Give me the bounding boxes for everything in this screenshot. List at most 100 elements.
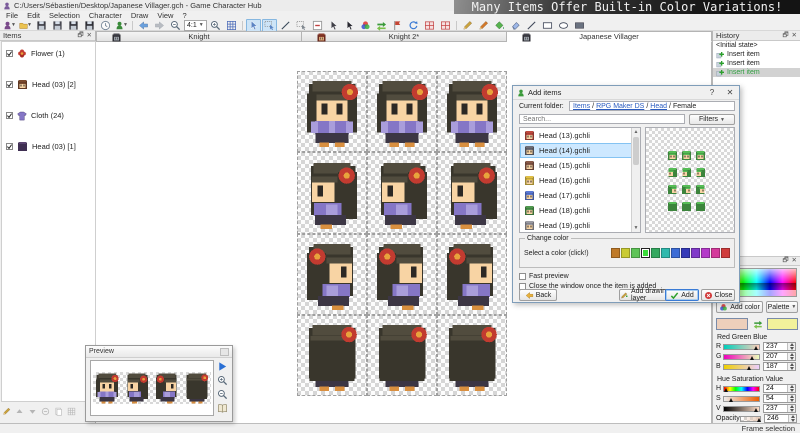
spin-down[interactable] bbox=[788, 409, 795, 413]
sprite-cell[interactable] bbox=[367, 315, 437, 396]
scroll-thumb[interactable] bbox=[633, 137, 639, 165]
move-selection-tool[interactable] bbox=[326, 19, 341, 32]
export-button[interactable] bbox=[82, 19, 97, 32]
add-button[interactable]: Add bbox=[665, 289, 699, 301]
recent-files-button[interactable] bbox=[98, 19, 113, 32]
value-spinbox-g[interactable]: 207 bbox=[763, 352, 796, 361]
history-entry[interactable]: Insert item bbox=[713, 59, 800, 68]
sprite-cell[interactable] bbox=[297, 234, 367, 315]
file-item[interactable]: Head (19).gchli bbox=[520, 218, 640, 233]
pin-button[interactable] bbox=[390, 19, 405, 32]
spin-down[interactable] bbox=[788, 389, 795, 393]
redo-button[interactable] bbox=[152, 19, 167, 32]
cursor-tool[interactable] bbox=[246, 19, 261, 32]
select-rect-tool[interactable] bbox=[262, 19, 277, 32]
duplicate-item-button[interactable] bbox=[54, 407, 63, 416]
tile-view-button[interactable] bbox=[422, 19, 437, 32]
spin-down[interactable] bbox=[788, 347, 795, 351]
spin-arrows[interactable] bbox=[787, 363, 795, 370]
scroll-down-arrow[interactable]: ▼ bbox=[632, 224, 640, 232]
file-item[interactable]: Head (13).gchli bbox=[520, 128, 640, 143]
spin-arrows[interactable] bbox=[787, 385, 795, 392]
tab-japanese-villager[interactable]: Japanese Villager bbox=[507, 31, 712, 42]
sprite-sheet[interactable] bbox=[297, 71, 507, 396]
slider-track-r[interactable] bbox=[723, 344, 760, 350]
close-button[interactable]: Close bbox=[701, 289, 735, 301]
spin-down[interactable] bbox=[789, 419, 796, 423]
spin-down[interactable] bbox=[788, 357, 795, 361]
history-entry[interactable]: Insert item bbox=[713, 68, 800, 77]
history-entry[interactable]: <Initial state> bbox=[713, 41, 800, 50]
item-row[interactable]: Flower (1) bbox=[2, 42, 95, 73]
slider-marker[interactable] bbox=[747, 366, 751, 370]
variation-swatch[interactable] bbox=[701, 248, 710, 258]
sprite-cell[interactable] bbox=[437, 71, 507, 152]
sprite-cell[interactable] bbox=[297, 315, 367, 396]
opacity-track[interactable] bbox=[740, 416, 761, 422]
item-checkbox[interactable] bbox=[6, 50, 13, 57]
brush-tool[interactable] bbox=[476, 19, 491, 32]
breadcrumb-rpg-maker-ds[interactable]: RPG Maker DS bbox=[596, 103, 644, 110]
add-drawing-layer-button[interactable] bbox=[2, 407, 11, 416]
tab-knight[interactable]: Knight bbox=[96, 31, 302, 42]
open-button[interactable]: ▼ bbox=[18, 19, 33, 32]
item-row[interactable]: Head (03) [2] bbox=[2, 73, 95, 104]
sprite-cell[interactable] bbox=[367, 152, 437, 233]
value-spinbox-r[interactable]: 237 bbox=[763, 342, 796, 351]
swap-colors-button[interactable] bbox=[374, 19, 389, 32]
animation-book-button[interactable] bbox=[217, 403, 228, 414]
swap-colors-icon[interactable] bbox=[753, 319, 763, 329]
value-spinbox-v[interactable]: 237 bbox=[763, 404, 796, 413]
filters-button[interactable]: Filters ▼ bbox=[689, 114, 735, 125]
float-panel-icon[interactable]: 🗗 bbox=[782, 32, 788, 40]
zoom-in-button[interactable] bbox=[217, 375, 228, 386]
spin-arrows[interactable] bbox=[788, 415, 796, 422]
value-spinbox-s[interactable]: 54 bbox=[763, 394, 796, 403]
secondary-color-swatch[interactable] bbox=[767, 318, 799, 330]
slider-track-b[interactable] bbox=[723, 364, 760, 370]
slider-marker[interactable] bbox=[750, 356, 754, 360]
import-character-button[interactable]: ▼ bbox=[114, 19, 129, 32]
move-item-tool[interactable] bbox=[342, 19, 357, 32]
dialog-help-button[interactable]: ? bbox=[707, 88, 717, 97]
primary-color-swatch[interactable] bbox=[716, 318, 748, 330]
spin-down[interactable] bbox=[788, 399, 795, 403]
undo-button[interactable] bbox=[136, 19, 151, 32]
variation-swatch[interactable] bbox=[631, 248, 640, 258]
history-entry[interactable]: Insert item bbox=[713, 50, 800, 59]
slider-marker[interactable] bbox=[754, 408, 758, 412]
file-item[interactable]: Head (15).gchli bbox=[520, 158, 640, 173]
slider-marker[interactable] bbox=[754, 346, 758, 350]
rectangle-tool[interactable] bbox=[540, 19, 555, 32]
zoom-out-button[interactable] bbox=[217, 389, 228, 400]
slider-track-v[interactable] bbox=[723, 406, 760, 412]
variation-swatch[interactable] bbox=[621, 248, 630, 258]
value-spinbox-b[interactable]: 187 bbox=[763, 362, 796, 371]
spin-arrows[interactable] bbox=[787, 395, 795, 402]
play-button[interactable] bbox=[217, 361, 228, 372]
merge-items-button[interactable] bbox=[67, 407, 76, 416]
grid-toggle-button[interactable] bbox=[224, 19, 239, 32]
file-list-scrollbar[interactable]: ▲▼ bbox=[631, 128, 640, 232]
preview-close-button[interactable] bbox=[220, 348, 229, 356]
variation-swatch[interactable] bbox=[681, 248, 690, 258]
slider-track-g[interactable] bbox=[723, 354, 760, 360]
new-character-button[interactable]: ▼ bbox=[2, 19, 17, 32]
palette-dropdown[interactable]: Palette ▼ bbox=[766, 301, 798, 313]
color-wheel-button[interactable] bbox=[358, 19, 373, 32]
dialog-close-button[interactable]: ✕ bbox=[725, 88, 735, 97]
slider-marker[interactable] bbox=[757, 418, 761, 422]
variation-swatch[interactable] bbox=[611, 248, 620, 258]
sprite-cell[interactable] bbox=[437, 234, 507, 315]
save-as-button[interactable] bbox=[50, 19, 65, 32]
zoom-in-button[interactable] bbox=[208, 19, 223, 32]
back-button[interactable]: Back bbox=[519, 289, 557, 301]
variation-swatch[interactable] bbox=[671, 248, 680, 258]
file-item[interactable]: Head (16).gchli bbox=[520, 173, 640, 188]
sprite-cell[interactable] bbox=[297, 152, 367, 233]
breadcrumb-items[interactable]: Items bbox=[573, 103, 590, 110]
slider-track-h[interactable] bbox=[723, 386, 760, 392]
lasso-select-tool[interactable] bbox=[294, 19, 309, 32]
fast-preview-checkbox[interactable] bbox=[519, 273, 526, 280]
save-button[interactable] bbox=[34, 19, 49, 32]
